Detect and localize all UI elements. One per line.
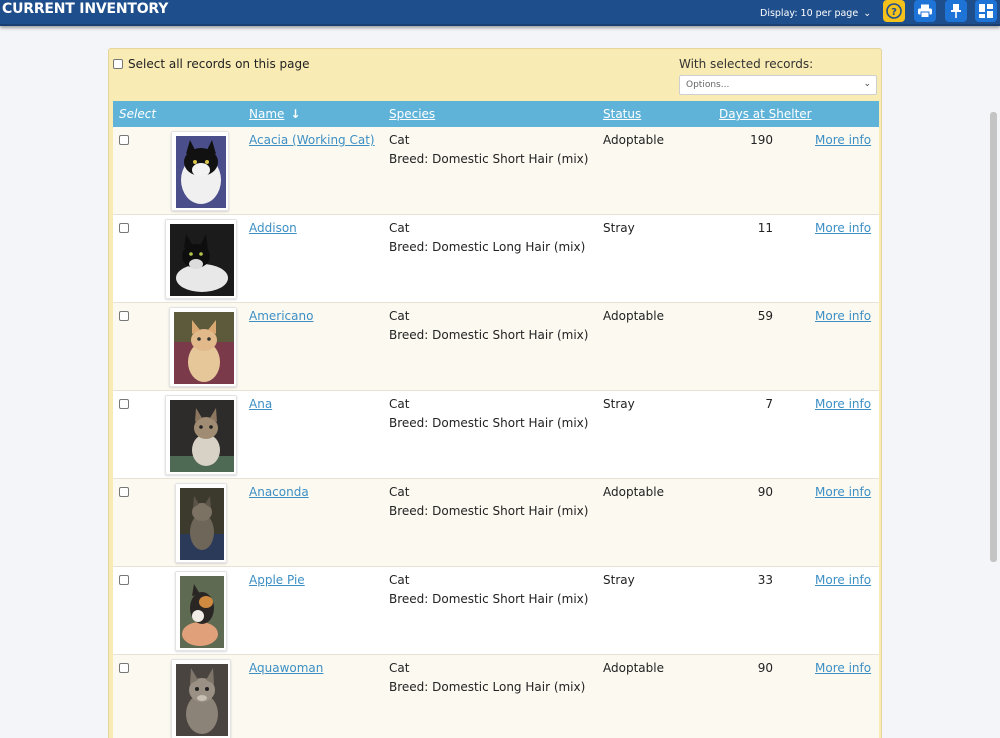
with-selected-label: With selected records: <box>679 57 814 71</box>
animal-name-link[interactable]: Anaconda <box>249 485 309 499</box>
display-per-page-label: Display: 10 per page <box>760 8 859 19</box>
status-text: Stray <box>603 221 635 235</box>
species-text: Cat <box>389 397 410 411</box>
top-header-bar: CURRENT INVENTORY Display: 10 per page ⌄… <box>0 0 1000 26</box>
more-info-link[interactable]: More info <box>815 573 871 587</box>
help-icon: ? <box>886 3 902 19</box>
table-header: Select Name ↓ Species Status Days at Shel… <box>113 101 879 127</box>
select-all-label: Select all records on this page <box>128 57 310 71</box>
days-at-shelter: 190 <box>750 133 773 147</box>
table-row: Apple Pie Cat Breed: Domestic Short Hair… <box>113 567 879 655</box>
column-header-days[interactable]: Days at Shelter <box>719 107 812 121</box>
animal-name-link[interactable]: Americano <box>249 309 313 323</box>
pin-button[interactable] <box>945 0 967 22</box>
breed-text: Breed: Domestic Long Hair (mix) <box>389 680 586 694</box>
help-button[interactable]: ? <box>883 0 905 22</box>
days-at-shelter: 90 <box>757 661 773 675</box>
select-all-checkbox[interactable] <box>113 59 123 69</box>
bulk-options-select[interactable]: Options... ⌄ <box>679 75 877 95</box>
table-row: Acacia (Working Cat) Cat Breed: Domestic… <box>113 127 879 215</box>
table-row: Addison Cat Breed: Domestic Long Hair (m… <box>113 215 879 303</box>
animal-name-link[interactable]: Apple Pie <box>249 573 305 587</box>
animal-photo[interactable] <box>171 131 229 211</box>
animal-name-link[interactable]: Aquawoman <box>249 661 323 675</box>
row-checkbox[interactable] <box>119 487 129 497</box>
status-text: Stray <box>603 397 635 411</box>
chevron-down-icon: ⌄ <box>863 79 871 89</box>
column-header-name-label[interactable]: Name <box>249 107 284 121</box>
print-button[interactable] <box>914 0 936 22</box>
status-text: Adoptable <box>603 661 664 675</box>
status-text: Adoptable <box>603 309 664 323</box>
species-text: Cat <box>389 485 410 499</box>
breed-text: Breed: Domestic Short Hair (mix) <box>389 416 589 430</box>
row-checkbox[interactable] <box>119 311 129 321</box>
days-at-shelter: 90 <box>757 485 773 499</box>
layout-icon <box>979 4 993 18</box>
chevron-down-icon: ⌄ <box>863 8 872 19</box>
select-all-control[interactable]: Select all records on this page <box>113 57 310 71</box>
row-checkbox[interactable] <box>119 135 129 145</box>
page-title: CURRENT INVENTORY <box>2 1 169 17</box>
row-checkbox[interactable] <box>119 223 129 233</box>
status-text: Adoptable <box>603 485 664 499</box>
table-row: Ana Cat Breed: Domestic Short Hair (mix)… <box>113 391 879 479</box>
breed-text: Breed: Domestic Short Hair (mix) <box>389 328 589 342</box>
more-info-link[interactable]: More info <box>815 133 871 147</box>
print-icon <box>918 4 932 18</box>
status-text: Stray <box>603 573 635 587</box>
arrow-down-icon: ↓ <box>290 107 301 121</box>
animal-photo[interactable] <box>169 307 237 387</box>
days-at-shelter: 7 <box>765 397 773 411</box>
animal-name-link[interactable]: Addison <box>249 221 297 235</box>
table-row: Aquawoman Cat Breed: Domestic Long Hair … <box>113 655 879 738</box>
display-per-page-dropdown[interactable]: Display: 10 per page ⌄ <box>760 8 871 19</box>
breed-text: Breed: Domestic Short Hair (mix) <box>389 504 589 518</box>
breed-text: Breed: Domestic Short Hair (mix) <box>389 152 589 166</box>
table-row: Anaconda Cat Breed: Domestic Short Hair … <box>113 479 879 567</box>
row-checkbox[interactable] <box>119 663 129 673</box>
days-at-shelter: 11 <box>757 221 773 235</box>
animal-photo[interactable] <box>165 395 237 475</box>
species-text: Cat <box>389 661 410 675</box>
species-text: Cat <box>389 221 410 235</box>
animal-photo[interactable] <box>171 659 231 738</box>
column-header-status[interactable]: Status <box>603 107 641 121</box>
inventory-panel: Select all records on this page With sel… <box>108 48 882 738</box>
animal-photo[interactable] <box>165 219 237 299</box>
species-text: Cat <box>389 133 410 147</box>
column-header-name[interactable]: Name ↓ <box>249 107 300 121</box>
animal-photo[interactable] <box>175 483 227 563</box>
column-header-species[interactable]: Species <box>389 107 435 121</box>
days-at-shelter: 33 <box>757 573 773 587</box>
animal-photo[interactable] <box>175 571 227 651</box>
more-info-link[interactable]: More info <box>815 221 871 235</box>
more-info-link[interactable]: More info <box>815 485 871 499</box>
layout-button[interactable] <box>975 0 997 22</box>
status-text: Adoptable <box>603 133 664 147</box>
table-row: Americano Cat Breed: Domestic Short Hair… <box>113 303 879 391</box>
pin-icon <box>951 4 961 18</box>
days-at-shelter: 59 <box>757 309 773 323</box>
bulk-options-value: Options... <box>686 80 730 90</box>
row-checkbox[interactable] <box>119 575 129 585</box>
species-text: Cat <box>389 309 410 323</box>
more-info-link[interactable]: More info <box>815 309 871 323</box>
breed-text: Breed: Domestic Long Hair (mix) <box>389 240 586 254</box>
page-scrollbar[interactable] <box>990 112 997 562</box>
row-checkbox[interactable] <box>119 399 129 409</box>
animal-name-link[interactable]: Acacia (Working Cat) <box>249 133 375 147</box>
more-info-link[interactable]: More info <box>815 661 871 675</box>
breed-text: Breed: Domestic Short Hair (mix) <box>389 592 589 606</box>
more-info-link[interactable]: More info <box>815 397 871 411</box>
species-text: Cat <box>389 573 410 587</box>
animal-name-link[interactable]: Ana <box>249 397 272 411</box>
svg-text:?: ? <box>891 7 897 18</box>
column-header-select: Select <box>119 107 157 121</box>
